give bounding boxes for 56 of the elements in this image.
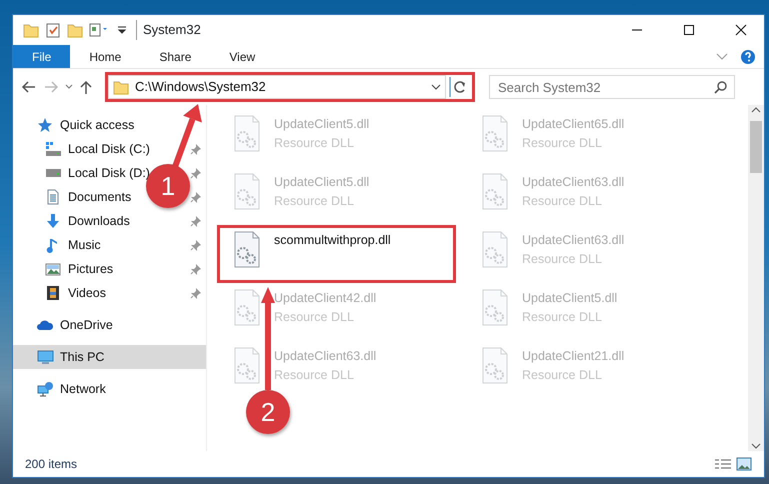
network-icon [37, 381, 54, 397]
computer-icon [37, 349, 54, 365]
file-type: Resource DLL [274, 134, 355, 152]
search-icon [714, 80, 728, 94]
nav-item[interactable]: Local Disk (C:) [68, 140, 150, 158]
film-icon [45, 285, 62, 301]
file-type: Resource DLL [274, 366, 355, 384]
scroll-thumb[interactable] [750, 121, 762, 173]
dropdown-icon[interactable] [431, 84, 441, 90]
nav-item[interactable]: Pictures [68, 260, 114, 278]
nav-item[interactable]: Downloads [68, 212, 130, 230]
folder-icon [113, 79, 129, 95]
maximize-icon[interactable] [682, 23, 696, 37]
search-field[interactable]: Search System32 [489, 75, 735, 99]
file-name[interactable]: scommultwithprop.dll [274, 231, 391, 250]
ribbon-tab[interactable]: Share [140, 45, 210, 68]
drive-icon [45, 141, 62, 157]
file-type: Resource DLL [522, 192, 603, 210]
ribbon-tab[interactable]: Home [70, 45, 140, 68]
ribbon-tab[interactable]: File [13, 45, 70, 68]
file-type: Resource DLL [522, 250, 603, 268]
file-type: Resource DLL [274, 308, 355, 326]
nav-item[interactable]: This PC [60, 348, 104, 366]
item-count: 200 items [25, 456, 78, 473]
recent-locations-icon[interactable] [65, 84, 73, 90]
scroll-up-icon[interactable] [751, 105, 761, 115]
scroll-down-icon[interactable] [751, 441, 761, 451]
ribbon-tab[interactable]: View [210, 45, 274, 68]
nav-item[interactable]: Videos [68, 284, 106, 302]
file-type: Resource DLL [522, 366, 603, 384]
window-title: System32 [136, 20, 201, 40]
close-icon[interactable] [734, 23, 748, 37]
download-icon [45, 213, 62, 229]
up-icon[interactable] [79, 79, 93, 95]
address-bar[interactable]: C:\Windows\System32 [108, 75, 446, 99]
picture-icon [45, 261, 62, 277]
scrollbar[interactable] [748, 105, 764, 451]
help-icon[interactable] [740, 48, 756, 64]
file-type: Resource DLL [274, 192, 355, 210]
folder-icon [23, 22, 39, 38]
nav-item[interactable]: Documents [68, 188, 132, 206]
checklist-icon[interactable] [45, 22, 61, 38]
address-path: C:\Windows\System32 [135, 78, 266, 96]
large-icons-view-icon[interactable] [736, 457, 752, 471]
star-icon [37, 117, 54, 133]
dll-file-icon[interactable] [234, 231, 260, 268]
nav-item[interactable]: Quick access [60, 116, 134, 134]
details-view-icon[interactable] [714, 458, 732, 470]
back-icon[interactable] [21, 79, 37, 95]
nav-item[interactable]: OneDrive [60, 316, 113, 334]
nav-item[interactable]: Network [60, 380, 106, 398]
file-type: Resource DLL [522, 134, 603, 152]
file-type: Resource DLL [522, 308, 603, 326]
nav-item[interactable]: Music [68, 236, 101, 254]
nav-item[interactable]: Local Disk (D:) [68, 164, 150, 182]
expand-ribbon-icon[interactable] [716, 52, 728, 60]
